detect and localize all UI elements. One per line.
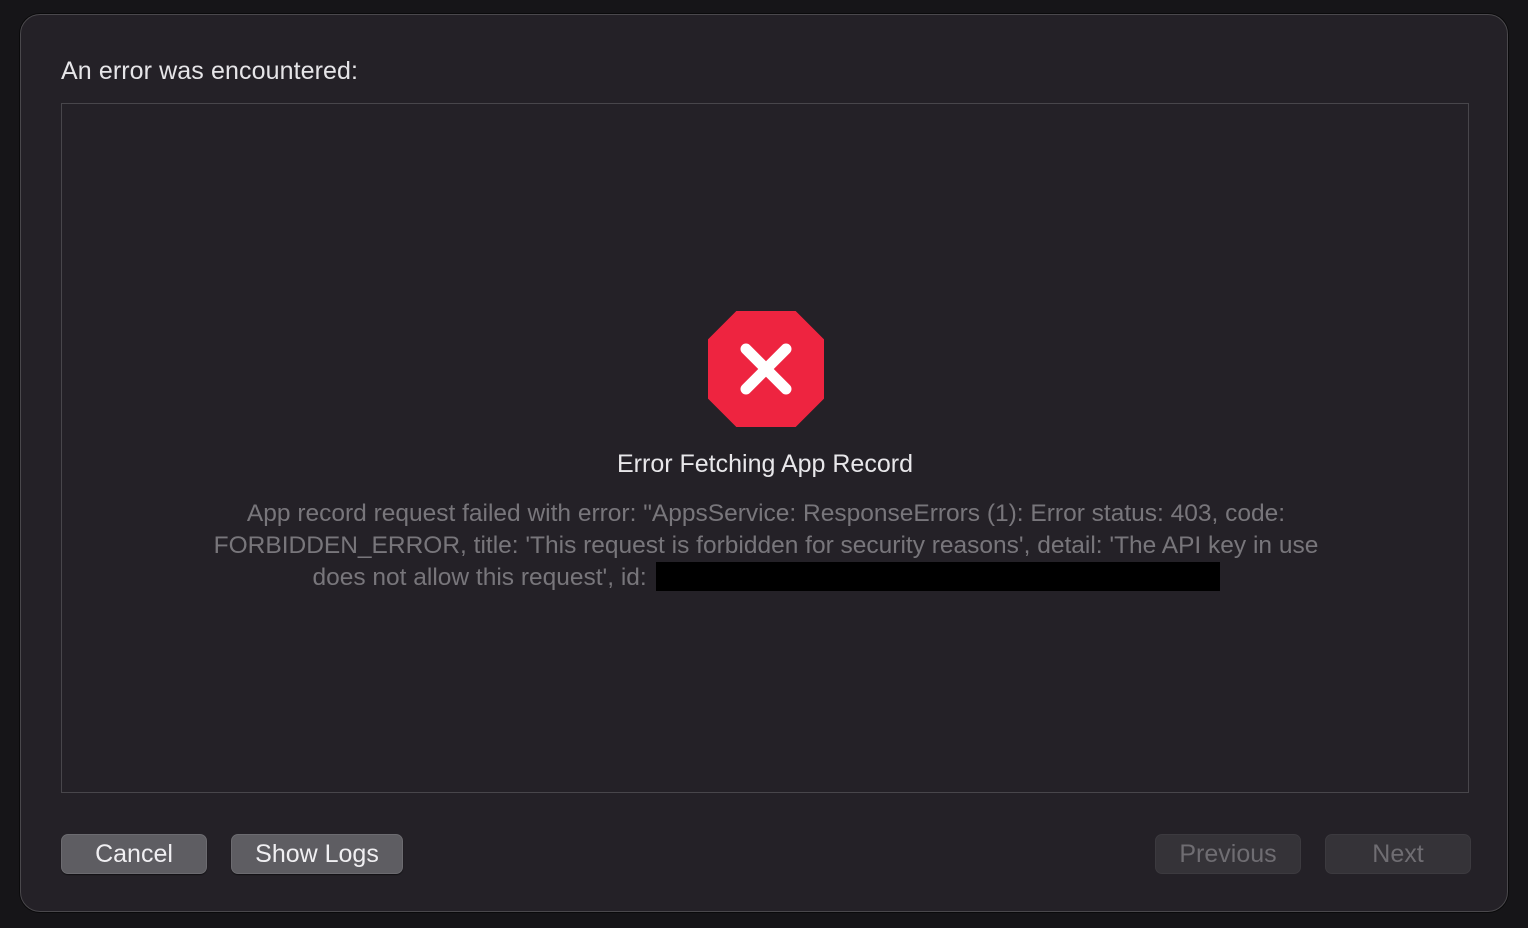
error-detail-line-3-text: does not allow this request', id:: [312, 564, 654, 591]
show-logs-button[interactable]: Show Logs: [231, 834, 403, 874]
error-detail-line-3: does not allow this request', id:: [142, 562, 1390, 594]
dialog-header-label: An error was encountered:: [61, 57, 359, 85]
error-detail-line-2: FORBIDDEN_ERROR, title: 'This request is…: [213, 532, 1319, 559]
error-content-panel: Error Fetching App Record App record req…: [61, 103, 1469, 793]
error-detail-text: App record request failed with error: "A…: [142, 498, 1390, 594]
redaction-bar: [655, 562, 1220, 591]
error-dialog-sheet: An error was encountered: Error Fetching…: [20, 14, 1508, 912]
error-detail-line-1: App record request failed with error: "A…: [246, 500, 1286, 527]
error-title: Error Fetching App Record: [617, 450, 913, 478]
previous-button[interactable]: Previous: [1155, 834, 1301, 874]
next-button[interactable]: Next: [1325, 834, 1471, 874]
cancel-button[interactable]: Cancel: [61, 834, 207, 874]
error-octagon-x-icon: [708, 311, 824, 427]
